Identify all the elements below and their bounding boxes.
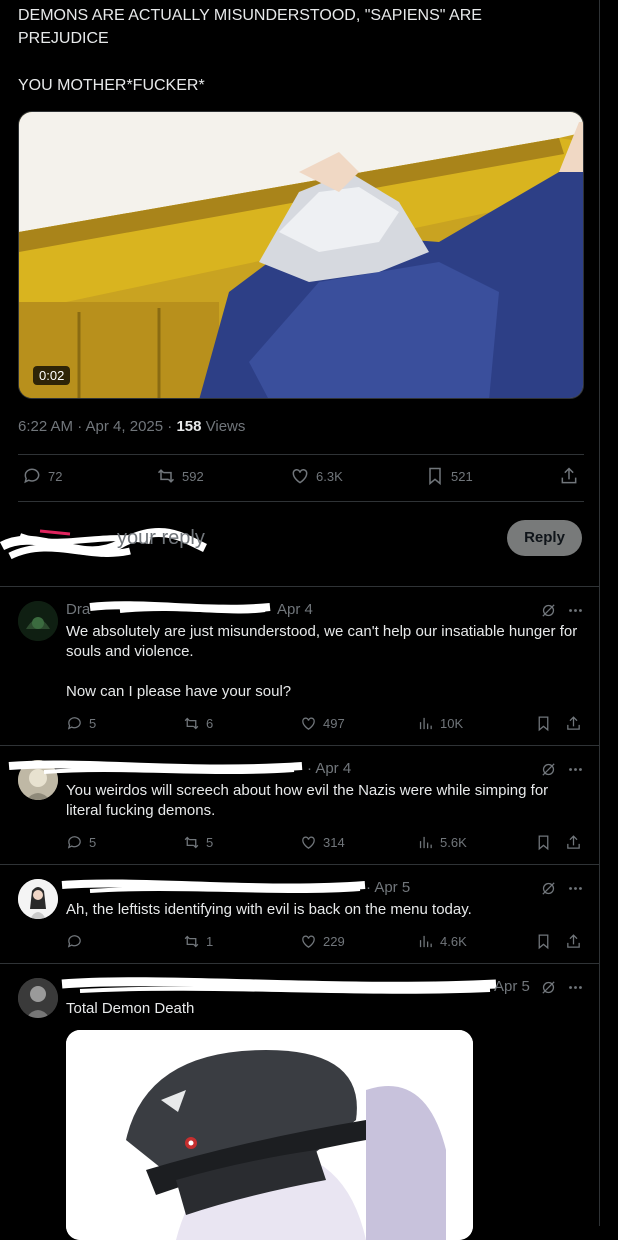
- more-icon[interactable]: [567, 880, 584, 897]
- avatar[interactable]: [18, 601, 58, 641]
- avatar[interactable]: [18, 879, 58, 919]
- reply-actions: 5 5 314 5.6K: [66, 834, 586, 854]
- redaction-scribble: [61, 879, 366, 893]
- tweet-text: DEMONS ARE ACTUALLY MISUNDERSTOOD, "SAPI…: [18, 4, 538, 97]
- more-icon[interactable]: [567, 602, 584, 619]
- reply-text: We absolutely are just misunderstood, we…: [66, 623, 578, 700]
- reply-image[interactable]: [66, 1030, 473, 1240]
- share-icon: [561, 467, 577, 484]
- views-icon: [419, 717, 432, 730]
- reply-input[interactable]: your reply: [117, 527, 205, 550]
- tweet-meta: 6:22 AM · Apr 4, 2025 · 158 Views: [18, 418, 245, 435]
- views-icon: [419, 836, 432, 849]
- reply-date[interactable]: Apr 5: [494, 978, 530, 995]
- timeline-column: DEMONS ARE ACTUALLY MISUNDERSTOOD, "SAPI…: [0, 0, 600, 1240]
- views-button[interactable]: 5.6K: [417, 834, 467, 851]
- grok-icon[interactable]: [540, 880, 557, 897]
- views-label: Views: [201, 418, 246, 435]
- divider: [18, 454, 584, 455]
- tweet-video[interactable]: 0:02: [18, 111, 584, 399]
- share-icon: [567, 934, 580, 948]
- reply-icon: [67, 935, 81, 948]
- reply-date[interactable]: · Apr 5: [366, 879, 410, 896]
- reply-item[interactable]: Dra Apr 4 We absolutely are just misunde…: [0, 586, 600, 745]
- like-icon: [302, 717, 315, 730]
- repost-button[interactable]: 6: [183, 715, 213, 732]
- reply-date[interactable]: Apr 4: [277, 601, 313, 618]
- like-button[interactable]: 6.3K: [290, 466, 343, 486]
- more-icon[interactable]: [567, 979, 584, 996]
- views-count: 158: [176, 418, 202, 435]
- repost-count: 592: [182, 468, 204, 484]
- reply-date[interactable]: · Apr 4: [307, 760, 351, 777]
- repost-button[interactable]: 592: [156, 466, 204, 486]
- share-button[interactable]: [565, 834, 582, 851]
- like-icon: [292, 468, 308, 484]
- reply-actions: 5 6 497 10K: [66, 715, 586, 735]
- bookmark-count: 521: [451, 468, 473, 484]
- reply-actions: 1 229 4.6K: [66, 933, 586, 953]
- views-button[interactable]: 4.6K: [417, 933, 467, 950]
- share-button[interactable]: [565, 715, 582, 732]
- redaction-scribble: [8, 760, 303, 774]
- video-duration: 0:02: [33, 366, 71, 385]
- share-icon: [567, 835, 580, 849]
- reply-button[interactable]: 5: [66, 715, 96, 732]
- reply-icon: [67, 717, 81, 730]
- bookmark-button[interactable]: [535, 715, 552, 732]
- reply-text: You weirdos will screech about how evil …: [66, 782, 549, 819]
- bookmark-icon: [538, 716, 549, 732]
- reply-author[interactable]: Dra: [66, 601, 90, 618]
- redaction-scribble: [89, 601, 271, 614]
- tweet-line-2: YOU MOTHER*FUCKER*: [18, 77, 205, 94]
- redaction-scribble: [61, 977, 497, 994]
- repost-icon: [184, 935, 199, 948]
- views-button[interactable]: 10K: [417, 715, 463, 732]
- avatar[interactable]: [18, 978, 58, 1018]
- bookmark-button[interactable]: [535, 834, 552, 851]
- repost-button[interactable]: 1: [183, 933, 213, 950]
- grok-icon[interactable]: [540, 761, 557, 778]
- reply-composer: your reply Reply: [0, 502, 600, 586]
- bookmark-icon: [429, 467, 441, 486]
- reply-text: Ah, the leftists identifying with evil i…: [66, 901, 472, 918]
- reply-item[interactable]: · Apr 4 You weirdos will screech about h…: [0, 745, 600, 864]
- like-button[interactable]: 497: [300, 715, 345, 732]
- repost-icon: [184, 717, 199, 730]
- bookmark-icon: [538, 835, 549, 851]
- grok-icon[interactable]: [540, 602, 557, 619]
- reply-icon: [24, 468, 40, 484]
- more-icon[interactable]: [567, 761, 584, 778]
- reply-button[interactable]: 5: [66, 834, 96, 851]
- tweet-line-1: DEMONS ARE ACTUALLY MISUNDERSTOOD, "SAPI…: [18, 7, 482, 47]
- reply-count: 72: [48, 468, 63, 484]
- repost-icon: [157, 469, 175, 483]
- like-button[interactable]: 314: [300, 834, 345, 851]
- like-button[interactable]: 229: [300, 933, 345, 950]
- like-count: 6.3K: [316, 468, 343, 484]
- views-icon: [419, 935, 432, 948]
- like-icon: [302, 935, 315, 948]
- grok-icon[interactable]: [540, 979, 557, 996]
- reply-item[interactable]: · Apr 5 Ah, the leftists identifying wit…: [0, 864, 600, 963]
- reply-submit-button[interactable]: Reply: [507, 520, 582, 556]
- repost-icon: [184, 836, 199, 849]
- tweet-actions: 72 592 6.3K 521: [18, 458, 584, 498]
- share-button[interactable]: [565, 933, 582, 950]
- bookmark-button[interactable]: [535, 933, 552, 950]
- bookmark-button[interactable]: 521: [425, 466, 473, 486]
- tweet-timestamp[interactable]: 6:22 AM · Apr 4, 2025 ·: [18, 418, 176, 435]
- share-button[interactable]: [559, 466, 579, 486]
- like-icon: [302, 836, 315, 849]
- bookmark-icon: [538, 934, 549, 950]
- reply-icon: [67, 836, 81, 849]
- repost-button[interactable]: 5: [183, 834, 213, 851]
- reply-button[interactable]: [66, 933, 89, 950]
- share-icon: [567, 716, 580, 730]
- reply-text: Total Demon Death: [66, 1000, 195, 1017]
- reply-button[interactable]: 72: [22, 466, 62, 486]
